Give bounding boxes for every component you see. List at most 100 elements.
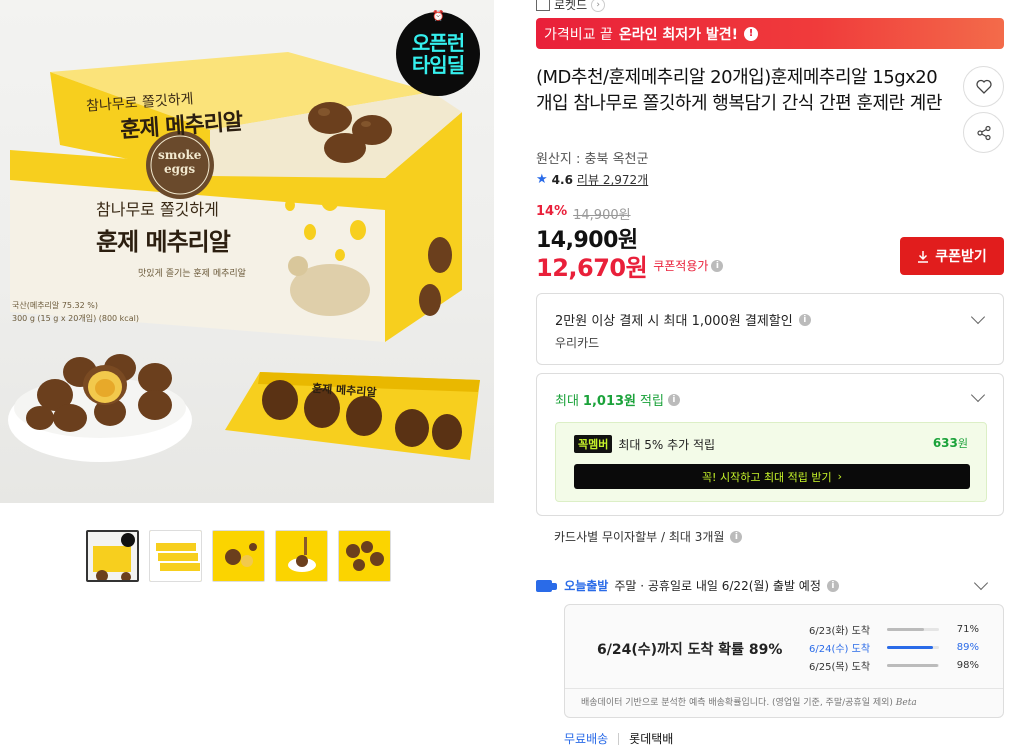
open-run-badge: ⏰ 오픈런 타임딜 — [396, 11, 480, 96]
wishlist-button[interactable] — [963, 66, 1004, 107]
thumbnail-4[interactable] — [275, 530, 328, 582]
get-coupon-label: 쿠폰받기 — [935, 249, 987, 265]
breadcrumb[interactable]: 로켓드 › — [536, 0, 606, 13]
points-amount: 1,013원 — [582, 394, 637, 409]
arrival-percent: 71% — [956, 623, 979, 635]
chevron-down-icon[interactable] — [970, 309, 986, 325]
member-benefit-text: 최대 5% 추가 적립 — [618, 437, 716, 452]
card-discount-text: 2만원 이상 결제 시 최대 1,000원 결제할인 — [555, 314, 793, 329]
shipping-row[interactable]: 오늘출발 주말 · 공휴일로 내일 6/22(월) 출발 예정 i — [536, 577, 839, 594]
review-count-link[interactable]: 리뷰 2,972개 — [577, 171, 648, 188]
today-shipping-label: 오늘출발 — [536, 577, 608, 594]
alarm-icon: ⏰ — [432, 11, 444, 22]
member-amount-value: 633 — [932, 436, 958, 450]
probability-bar — [887, 645, 939, 649]
arrival-row: 6/24(수) 도착 89% — [809, 638, 979, 656]
member-tag: 꼭멤버 — [574, 435, 613, 453]
breadcrumb-label: 로켓드 — [554, 0, 588, 12]
delivery-probability-panel: 6/24(수)까지 도착 확률 89% 6/23(화) 도착 71% 6/24(수… — [564, 604, 1004, 718]
thumbnail-3[interactable] — [212, 530, 265, 582]
info-icon[interactable]: i — [798, 313, 811, 326]
alert-icon: ! — [744, 26, 759, 41]
origin-print: 국산(메추리알 75.32 %) — [12, 301, 98, 310]
courier-row: 무료배송 롯데택배 — [564, 730, 673, 747]
star-icon: ★ — [536, 172, 548, 187]
free-shipping-label: 무료배송 — [564, 732, 609, 746]
heart-icon — [975, 79, 992, 94]
points-panel: 최대 1,013원 적립 i 꼭멤버 최대 5% 추가 적립 633원 꼭! 시… — [536, 373, 1004, 516]
thumbnail-image — [213, 531, 264, 581]
installment-info: 카드사별 무이자할부 / 최대 3개월 i — [554, 528, 743, 545]
promo-highlight: 온라인 최저가 발견! — [618, 26, 739, 43]
thumbnail-5[interactable] — [338, 530, 391, 582]
thumbnail-image — [88, 532, 137, 580]
thumbnail-image — [276, 531, 327, 581]
arrival-date: 6/23(화) 도착 — [809, 625, 871, 637]
arrival-date: 6/25(목) 도착 — [809, 661, 871, 673]
member-tag-a: 꼭 — [578, 438, 589, 451]
member-start-button[interactable]: 꼭! 시작하고 최대 적립 받기 › — [574, 464, 970, 489]
front-headline-big: 훈제 메추리알 — [96, 228, 231, 256]
footnote-text: 배송데이터 기반으로 분석한 예측 배송확률입니다. (영업일 기준, 주말/공… — [581, 698, 893, 708]
origin-info: 원산지 : 충북 옥천군 — [536, 152, 649, 167]
download-icon — [918, 250, 929, 263]
coupon-price-row: 12,670원 쿠폰적용가 i — [536, 248, 724, 283]
thumbnail-image — [339, 531, 390, 581]
info-icon[interactable]: i — [730, 530, 743, 543]
discount-row: 14% 14,900원 — [536, 204, 631, 223]
arrival-row: 6/25(목) 도착 98% — [809, 656, 979, 674]
courier-name: 롯데택배 — [629, 732, 674, 746]
arrival-probability: 6/24(수)까지 도착 확률 89% — [597, 642, 783, 658]
info-icon[interactable]: i — [711, 259, 724, 272]
card-name: 우리카드 — [555, 336, 600, 350]
arrival-percent: 98% — [956, 659, 979, 671]
discount-percent: 14% — [536, 204, 568, 219]
probability-bar — [887, 663, 939, 667]
coupon-price-label-text: 쿠폰적용가 — [653, 259, 709, 273]
prediction-footnote: 배송데이터 기반으로 분석한 예측 배송확률입니다. (영업일 기준, 주말/공… — [581, 695, 917, 708]
info-icon[interactable]: i — [667, 393, 680, 406]
chevron-down-icon[interactable] — [970, 387, 986, 403]
rating-score: 4.6 — [551, 172, 573, 187]
badge-line2: 타임딜 — [411, 53, 465, 77]
logo-smoke: smoke — [158, 148, 202, 162]
info-icon[interactable]: i — [826, 579, 839, 592]
truck-icon — [536, 579, 557, 592]
member-amount-unit: 원 — [957, 437, 968, 450]
thumbnail-strip — [86, 530, 391, 582]
weight-print: 300 g (15 g x 20개입) (800 kcal) — [12, 314, 139, 323]
beta-label: Beta — [895, 698, 917, 708]
membership-promo: 꼭멤버 최대 5% 추가 적립 633원 꼭! 시작하고 최대 적립 받기 › — [555, 422, 987, 502]
product-main-image: 참나무로 쫄깃하게 훈제 메추리알 smoke eggs 참나무로 쫄깃하게 훈… — [0, 0, 494, 503]
rating-summary: ★ 4.6 리뷰 2,972개 — [536, 171, 648, 188]
arrival-row: 6/23(화) 도착 71% — [809, 620, 979, 638]
chevron-right-icon: › — [837, 470, 843, 483]
share-icon — [976, 125, 991, 140]
divider — [565, 688, 1003, 689]
coupon-price-label: 쿠폰적용가 i — [653, 257, 724, 274]
thumbnail-2[interactable] — [149, 530, 202, 582]
card-discount-panel[interactable]: 2만원 이상 결제 시 최대 1,000원 결제할인 i 우리카드 — [536, 293, 1004, 365]
promo-prefix: 가격비교 끝 — [544, 26, 613, 43]
home-icon — [536, 0, 550, 11]
probability-fill — [887, 627, 924, 631]
arrival-date: 6/24(수) 도착 — [809, 643, 871, 655]
chevron-down-icon[interactable] — [973, 575, 989, 591]
probability-fill — [887, 645, 934, 649]
badge-line1: 오픈런 — [411, 31, 465, 55]
member-points-amount: 633원 — [933, 435, 968, 451]
get-coupon-button[interactable]: 쿠폰받기 — [900, 237, 1004, 275]
thumbnail-1[interactable] — [86, 530, 139, 582]
probability-bar — [887, 627, 939, 631]
share-button[interactable] — [963, 112, 1004, 153]
arrival-percent: 89% — [956, 641, 979, 653]
logo-eggs: eggs — [164, 162, 196, 176]
today-shipping-text: 오늘출발 — [564, 579, 609, 593]
probability-fill — [887, 663, 938, 667]
points-prefix: 최대 — [555, 394, 579, 409]
front-headline-small: 참나무로 쫄깃하게 — [96, 200, 219, 219]
installment-text: 카드사별 무이자할부 / 최대 3개월 — [554, 530, 725, 544]
arrival-rows: 6/23(화) 도착 71% 6/24(수) 도착 89% 6/25(목) 도착 98… — [809, 620, 979, 674]
product-title: (MD추천/훈제메추리알 20개입)훈제메추리알 15gx20개입 참나무로 쫄… — [536, 67, 942, 114]
lowest-price-banner[interactable]: 가격비교 끝 온라인 최저가 발견! ! — [536, 18, 1004, 49]
